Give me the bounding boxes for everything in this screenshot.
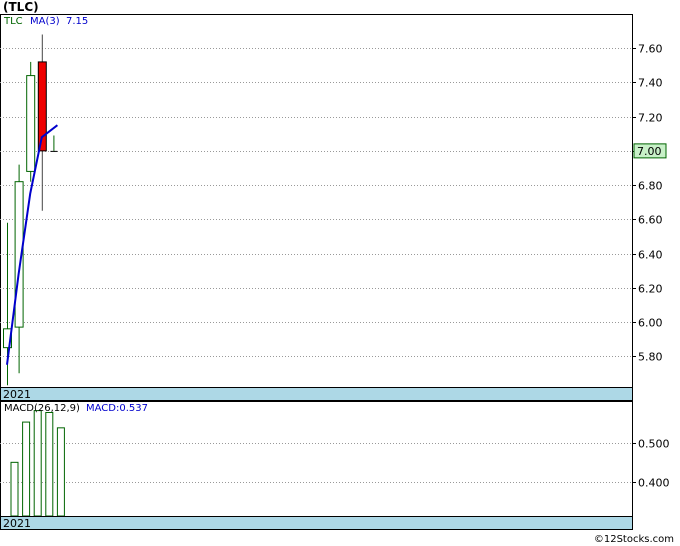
price-tick-label: 6.80 — [638, 180, 663, 193]
candle — [26, 61, 36, 182]
candle-body — [26, 75, 36, 172]
macd-bar — [56, 427, 65, 517]
price-panel: 5.80 6.00 6.20 6.40 6.60 6.80 7.00 7.20 7.40 7.60… — [0, 14, 667, 401]
macd-date-label: 2021 — [3, 517, 31, 530]
ticker-label: TLC — [3, 16, 23, 27]
macd-tick-label: 0.500 — [638, 438, 670, 451]
price-tick-label: 5.80 — [638, 351, 663, 364]
price-axis: 5.80 6.00 6.20 6.40 6.60 6.80 7.00 7.20 7.40 7.60 — [632, 43, 663, 364]
macd-frame — [0, 401, 633, 517]
ma-label: MA(3) — [30, 16, 60, 27]
price-tick-label: 7.60 — [638, 43, 663, 56]
macd-bar — [10, 461, 19, 517]
price-tick-label: 6.20 — [638, 283, 663, 296]
price-frame — [0, 14, 633, 388]
ma-value: 7.15 — [66, 16, 88, 27]
macd-bar — [22, 421, 31, 517]
macd-panel: 0.400 0.500 MACD(26,12,9) MACD:0.537 2021 — [0, 401, 670, 530]
price-tick-label: 7.40 — [638, 77, 663, 90]
price-tick-label: 6.40 — [638, 249, 663, 262]
macd-date-bar — [0, 516, 633, 530]
chart-area: 5.80 6.00 6.20 6.40 6.60 6.80 7.00 7.20 7.40 7.60… — [0, 14, 670, 530]
price-tick-label: 6.60 — [638, 214, 663, 227]
macd-tick-label: 0.400 — [638, 477, 670, 490]
price-tick-label: 6.00 — [638, 317, 663, 330]
macd-value: MACD:0.537 — [86, 403, 148, 414]
macd-bar — [33, 410, 42, 517]
watermark: ©12Stocks.com — [593, 534, 674, 545]
price-tick-label: 7.20 — [638, 112, 663, 125]
price-date-bar — [0, 387, 633, 401]
macd-bar — [45, 412, 54, 517]
price-date-label: 2021 — [3, 388, 31, 401]
macd-axis: 0.400 0.500 — [632, 438, 670, 490]
last-price-label: 7.00 — [637, 145, 662, 158]
macd-label: MACD(26,12,9) — [4, 403, 80, 414]
